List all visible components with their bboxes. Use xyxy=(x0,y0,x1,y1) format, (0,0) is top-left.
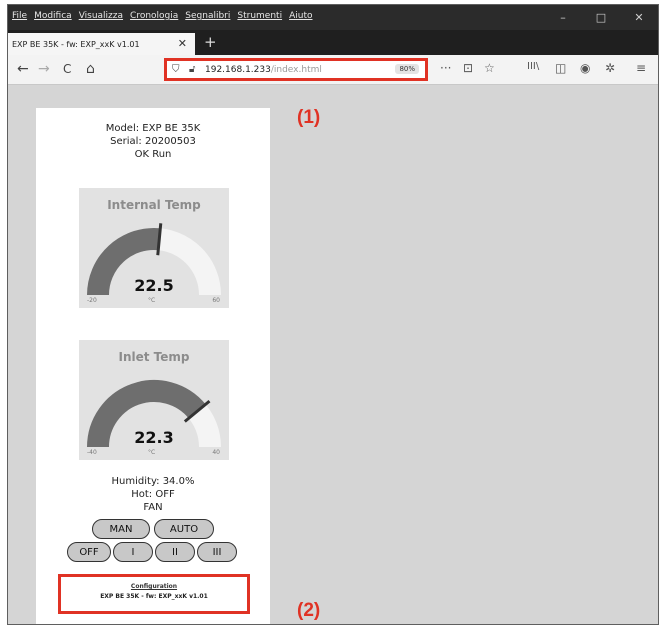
gauge-min-label: -40 xyxy=(87,449,97,456)
fan-off-button[interactable]: OFF xyxy=(67,542,111,562)
minimize-button[interactable]: – xyxy=(544,5,582,30)
device-panel: Model: EXP BE 35K Serial: 20200503 OK Ru… xyxy=(36,108,270,624)
menu-visualizza[interactable]: Visualizza xyxy=(79,11,123,21)
serial-text: Serial: 20200503 xyxy=(110,136,196,147)
configuration-link[interactable]: Configuration xyxy=(61,583,247,590)
tab-title: EXP BE 35K - fw: EXP_xxK v1.01 xyxy=(12,39,140,49)
inlet-temp-gauge: Inlet Temp 22.3 -40 °C 40 xyxy=(79,340,229,460)
menu-strumenti[interactable]: Strumenti xyxy=(237,11,282,21)
firmware-version-text: EXP BE 35K - fw: EXP_xxK v1.01 xyxy=(100,593,208,600)
browser-window: File Modifica Visualizza Cronologia Segn… xyxy=(7,4,659,625)
bookmark-star-icon[interactable]: ☆ xyxy=(484,61,495,75)
annotation-1: (1) xyxy=(297,107,321,128)
menu-bar: File Modifica Visualizza Cronologia Segn… xyxy=(12,11,312,21)
browser-tab[interactable]: EXP BE 35K - fw: EXP_xxK v1.01 ✕ xyxy=(8,33,195,55)
gauge-unit-label: °C xyxy=(148,449,156,456)
navigation-bar: ← → C ⌂ ⛉ 🔓︎ 192.168.1.233/index.html 80… xyxy=(8,55,658,85)
gauge-max-label: 60 xyxy=(212,297,220,304)
back-icon[interactable]: ← xyxy=(17,60,29,78)
internal-temp-gauge: Internal Temp 22.5 -20 °C 60 xyxy=(79,188,229,308)
more-actions-icon[interactable]: ··· xyxy=(440,61,451,75)
sidebar-icon[interactable]: ◫ xyxy=(555,61,566,75)
hamburger-menu-icon[interactable]: ≡ xyxy=(636,61,646,75)
menu-aiuto[interactable]: Aiuto xyxy=(289,11,312,21)
url-host: 192.168.1.233 xyxy=(205,65,271,75)
humidity-text: Humidity: 34.0% xyxy=(111,476,195,487)
extension-icon[interactable]: ✲ xyxy=(605,61,615,75)
tab-strip: EXP BE 35K - fw: EXP_xxK v1.01 ✕ + xyxy=(8,30,658,55)
status-text: OK Run xyxy=(134,149,172,160)
account-icon[interactable]: ◉ xyxy=(580,61,590,75)
home-icon[interactable]: ⌂ xyxy=(86,60,95,78)
insecure-lock-icon[interactable]: 🔓︎ xyxy=(189,64,195,75)
menu-segnalibri[interactable]: Segnalibri xyxy=(185,11,230,21)
hot-text: Hot: OFF xyxy=(131,489,175,500)
address-bar[interactable]: ⛉ 🔓︎ 192.168.1.233/index.html 80% xyxy=(164,58,428,81)
library-icon[interactable]: III\ xyxy=(527,61,539,72)
new-tab-button[interactable]: + xyxy=(204,33,217,51)
model-text: Model: EXP BE 35K xyxy=(105,123,201,134)
page-content: Model: EXP BE 35K Serial: 20200503 OK Ru… xyxy=(8,85,658,624)
sensor-stats: Humidity: 34.0% Hot: OFF FAN xyxy=(36,475,270,514)
auto-button[interactable]: AUTO xyxy=(154,519,214,539)
reload-icon[interactable]: C xyxy=(63,60,71,78)
fan-label: FAN xyxy=(143,502,163,513)
pocket-icon[interactable]: ⊡ xyxy=(463,61,473,75)
url-path: /index.html xyxy=(270,65,322,75)
shield-icon[interactable]: ⛉ xyxy=(172,64,180,75)
gauge-value: 22.3 xyxy=(134,428,174,447)
device-info: Model: EXP BE 35K Serial: 20200503 OK Ru… xyxy=(36,122,270,161)
title-bar: File Modifica Visualizza Cronologia Segn… xyxy=(8,5,658,30)
man-button[interactable]: MAN xyxy=(92,519,150,539)
fan-speed-2-button[interactable]: II xyxy=(155,542,195,562)
forward-icon[interactable]: → xyxy=(38,60,50,78)
menu-modifica[interactable]: Modifica xyxy=(34,11,72,21)
close-window-button[interactable]: ✕ xyxy=(620,5,658,30)
annotation-2: (2) xyxy=(297,600,321,621)
window-controls: – □ ✕ xyxy=(544,5,658,30)
gauge-min-label: -20 xyxy=(87,297,97,304)
url-text: 192.168.1.233/index.html xyxy=(205,65,322,75)
gauge-unit-label: °C xyxy=(148,297,156,304)
maximize-button[interactable]: □ xyxy=(582,5,620,30)
configuration-box: Configuration EXP BE 35K - fw: EXP_xxK v… xyxy=(58,574,250,614)
gauge-value: 22.5 xyxy=(134,276,174,295)
menu-cronologia[interactable]: Cronologia xyxy=(130,11,178,21)
close-tab-icon[interactable]: ✕ xyxy=(178,37,187,50)
fan-speed-1-button[interactable]: I xyxy=(113,542,153,562)
menu-file[interactable]: File xyxy=(12,11,27,21)
zoom-level-badge[interactable]: 80% xyxy=(395,64,419,74)
gauge-max-label: 40 xyxy=(212,449,220,456)
fan-speed-3-button[interactable]: III xyxy=(197,542,237,562)
